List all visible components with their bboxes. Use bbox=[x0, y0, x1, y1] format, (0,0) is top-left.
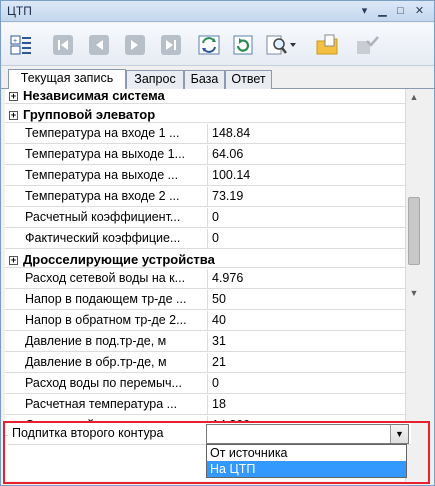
field-value[interactable]: 18 bbox=[207, 395, 405, 415]
dropdown-list: От источника На ЦТП bbox=[206, 444, 407, 478]
last-record-icon[interactable] bbox=[159, 33, 183, 57]
field-value[interactable]: 0 bbox=[207, 208, 405, 228]
table-row[interactable]: Расход сетевой воды на к... 4.976 bbox=[5, 269, 405, 289]
field-name: Фактический коэффицие... bbox=[25, 231, 181, 245]
group-label: + Дросселирующие устройства bbox=[9, 252, 389, 267]
group-header[interactable]: + Дросселирующие устройства bbox=[5, 250, 405, 268]
field-value[interactable]: 0 bbox=[207, 374, 405, 394]
secondary-feed-select[interactable]: ▼ bbox=[206, 424, 409, 444]
sync-icon[interactable] bbox=[197, 33, 221, 57]
close-icon[interactable]: ✕ bbox=[412, 4, 427, 18]
tab-query[interactable]: Запрос bbox=[126, 70, 184, 89]
edit-row-label: Подпитка второго контура bbox=[12, 426, 164, 440]
folder-icon[interactable] bbox=[315, 33, 339, 57]
table-row[interactable]: Расчетная температура ... 18 bbox=[5, 395, 405, 415]
ctp-window: ЦТП ▾ ▁ □ ✕ + Текущая запись Запрос База… bbox=[0, 0, 435, 486]
dropdown-arrow-icon[interactable]: ▾ bbox=[357, 4, 372, 18]
tab-bar: Текущая запись Запрос База Ответ bbox=[1, 67, 434, 90]
tab-database[interactable]: База bbox=[184, 70, 225, 89]
field-value[interactable]: 50 bbox=[207, 290, 405, 310]
table-row[interactable]: Фактический коэффицие... 0 bbox=[5, 229, 405, 249]
field-value[interactable]: 64.06 bbox=[207, 145, 405, 165]
table-row[interactable]: Температура на выходе 1... 64.06 bbox=[5, 145, 405, 165]
scroll-down-icon[interactable]: ▼ bbox=[406, 285, 422, 301]
field-name: Температура на выходе ... bbox=[25, 168, 179, 182]
expand-icon[interactable]: + bbox=[9, 111, 18, 120]
table-row[interactable]: Давление в под.тр-де, м 31 bbox=[5, 332, 405, 352]
tab-response[interactable]: Ответ bbox=[225, 70, 272, 89]
scroll-up-icon[interactable]: ▲ bbox=[406, 89, 422, 105]
group-label: + Независимая система bbox=[9, 89, 389, 103]
table-row[interactable]: Расчетный коэффициент... 0 bbox=[5, 208, 405, 228]
table-row[interactable]: Температура на выходе ... 100.14 bbox=[5, 166, 405, 186]
field-value[interactable]: 148.84 bbox=[207, 124, 405, 144]
field-name: Температура на входе 2 ... bbox=[25, 189, 180, 203]
table-row[interactable]: Давление в обр.тр-де, м 21 bbox=[5, 353, 405, 373]
chevron-down-icon[interactable]: ▼ bbox=[390, 425, 408, 443]
group-label: + Групповой элеватор bbox=[9, 107, 389, 122]
first-record-icon[interactable] bbox=[51, 33, 75, 57]
option-from-source[interactable]: От источника bbox=[207, 445, 406, 461]
field-value[interactable]: 100.14 bbox=[207, 166, 405, 186]
table-row[interactable]: Расход воды по перемыч... 0 bbox=[5, 374, 405, 394]
table-row[interactable]: Напор в обратном тр-де 2... 40 bbox=[5, 311, 405, 331]
search-icon[interactable] bbox=[265, 33, 297, 57]
scroll-thumb[interactable] bbox=[408, 197, 420, 265]
field-name: Напор в подающем тр-де ... bbox=[25, 292, 187, 306]
table-row[interactable]: Температура на входе 2 ... 73.19 bbox=[5, 187, 405, 207]
field-name: Давление в обр.тр-де, м bbox=[25, 355, 167, 369]
svg-text:+: + bbox=[13, 38, 17, 45]
field-name: Напор в обратном тр-де 2... bbox=[25, 313, 187, 327]
save-icon[interactable] bbox=[355, 33, 379, 57]
field-value[interactable]: 40 bbox=[207, 311, 405, 331]
minimize-icon[interactable]: ▁ bbox=[375, 4, 390, 18]
field-value[interactable]: 0 bbox=[207, 229, 405, 249]
window-title: ЦТП bbox=[7, 4, 32, 18]
expand-icon[interactable]: + bbox=[9, 256, 18, 265]
prev-record-icon[interactable] bbox=[87, 33, 111, 57]
title-bar[interactable]: ЦТП ▾ ▁ □ ✕ bbox=[1, 1, 434, 22]
field-name: Давление в под.тр-де, м bbox=[25, 334, 167, 348]
field-name: Расчетная температура ... bbox=[25, 397, 178, 411]
table-row[interactable]: Температура на входе 1 ... 148.84 bbox=[5, 124, 405, 144]
field-name: Расход воды по перемыч... bbox=[25, 376, 182, 390]
field-name: Температура на входе 1 ... bbox=[25, 126, 180, 140]
group-header[interactable]: + Групповой элеватор bbox=[5, 105, 405, 123]
expand-icon[interactable]: + bbox=[9, 92, 18, 101]
field-value[interactable]: 21 bbox=[207, 353, 405, 373]
field-value[interactable]: 73.19 bbox=[207, 187, 405, 207]
field-name: Расчетный коэффициент... bbox=[25, 210, 181, 224]
grid-view-icon[interactable]: + bbox=[9, 33, 33, 57]
field-value[interactable]: 31 bbox=[207, 332, 405, 352]
field-name: Температура на выходе 1... bbox=[25, 147, 186, 161]
field-value[interactable]: 4.976 bbox=[207, 269, 405, 289]
group-title: Независимая система bbox=[23, 89, 165, 103]
option-at-ctp[interactable]: На ЦТП bbox=[207, 461, 406, 477]
maximize-icon[interactable]: □ bbox=[393, 4, 408, 18]
edit-row: Подпитка второго контура ▼ bbox=[8, 423, 411, 445]
tab-current-record[interactable]: Текущая запись bbox=[8, 69, 126, 90]
group-title: Групповой элеватор bbox=[23, 107, 156, 122]
group-title: Дросселирующие устройства bbox=[23, 252, 215, 267]
field-name: Расход сетевой воды на к... bbox=[25, 271, 186, 285]
table-row[interactable]: Напор в подающем тр-де ... 50 bbox=[5, 290, 405, 310]
toolbar: + bbox=[1, 23, 434, 66]
group-header[interactable]: + Независимая система bbox=[5, 89, 405, 104]
next-record-icon[interactable] bbox=[123, 33, 147, 57]
refresh-icon[interactable] bbox=[231, 33, 255, 57]
